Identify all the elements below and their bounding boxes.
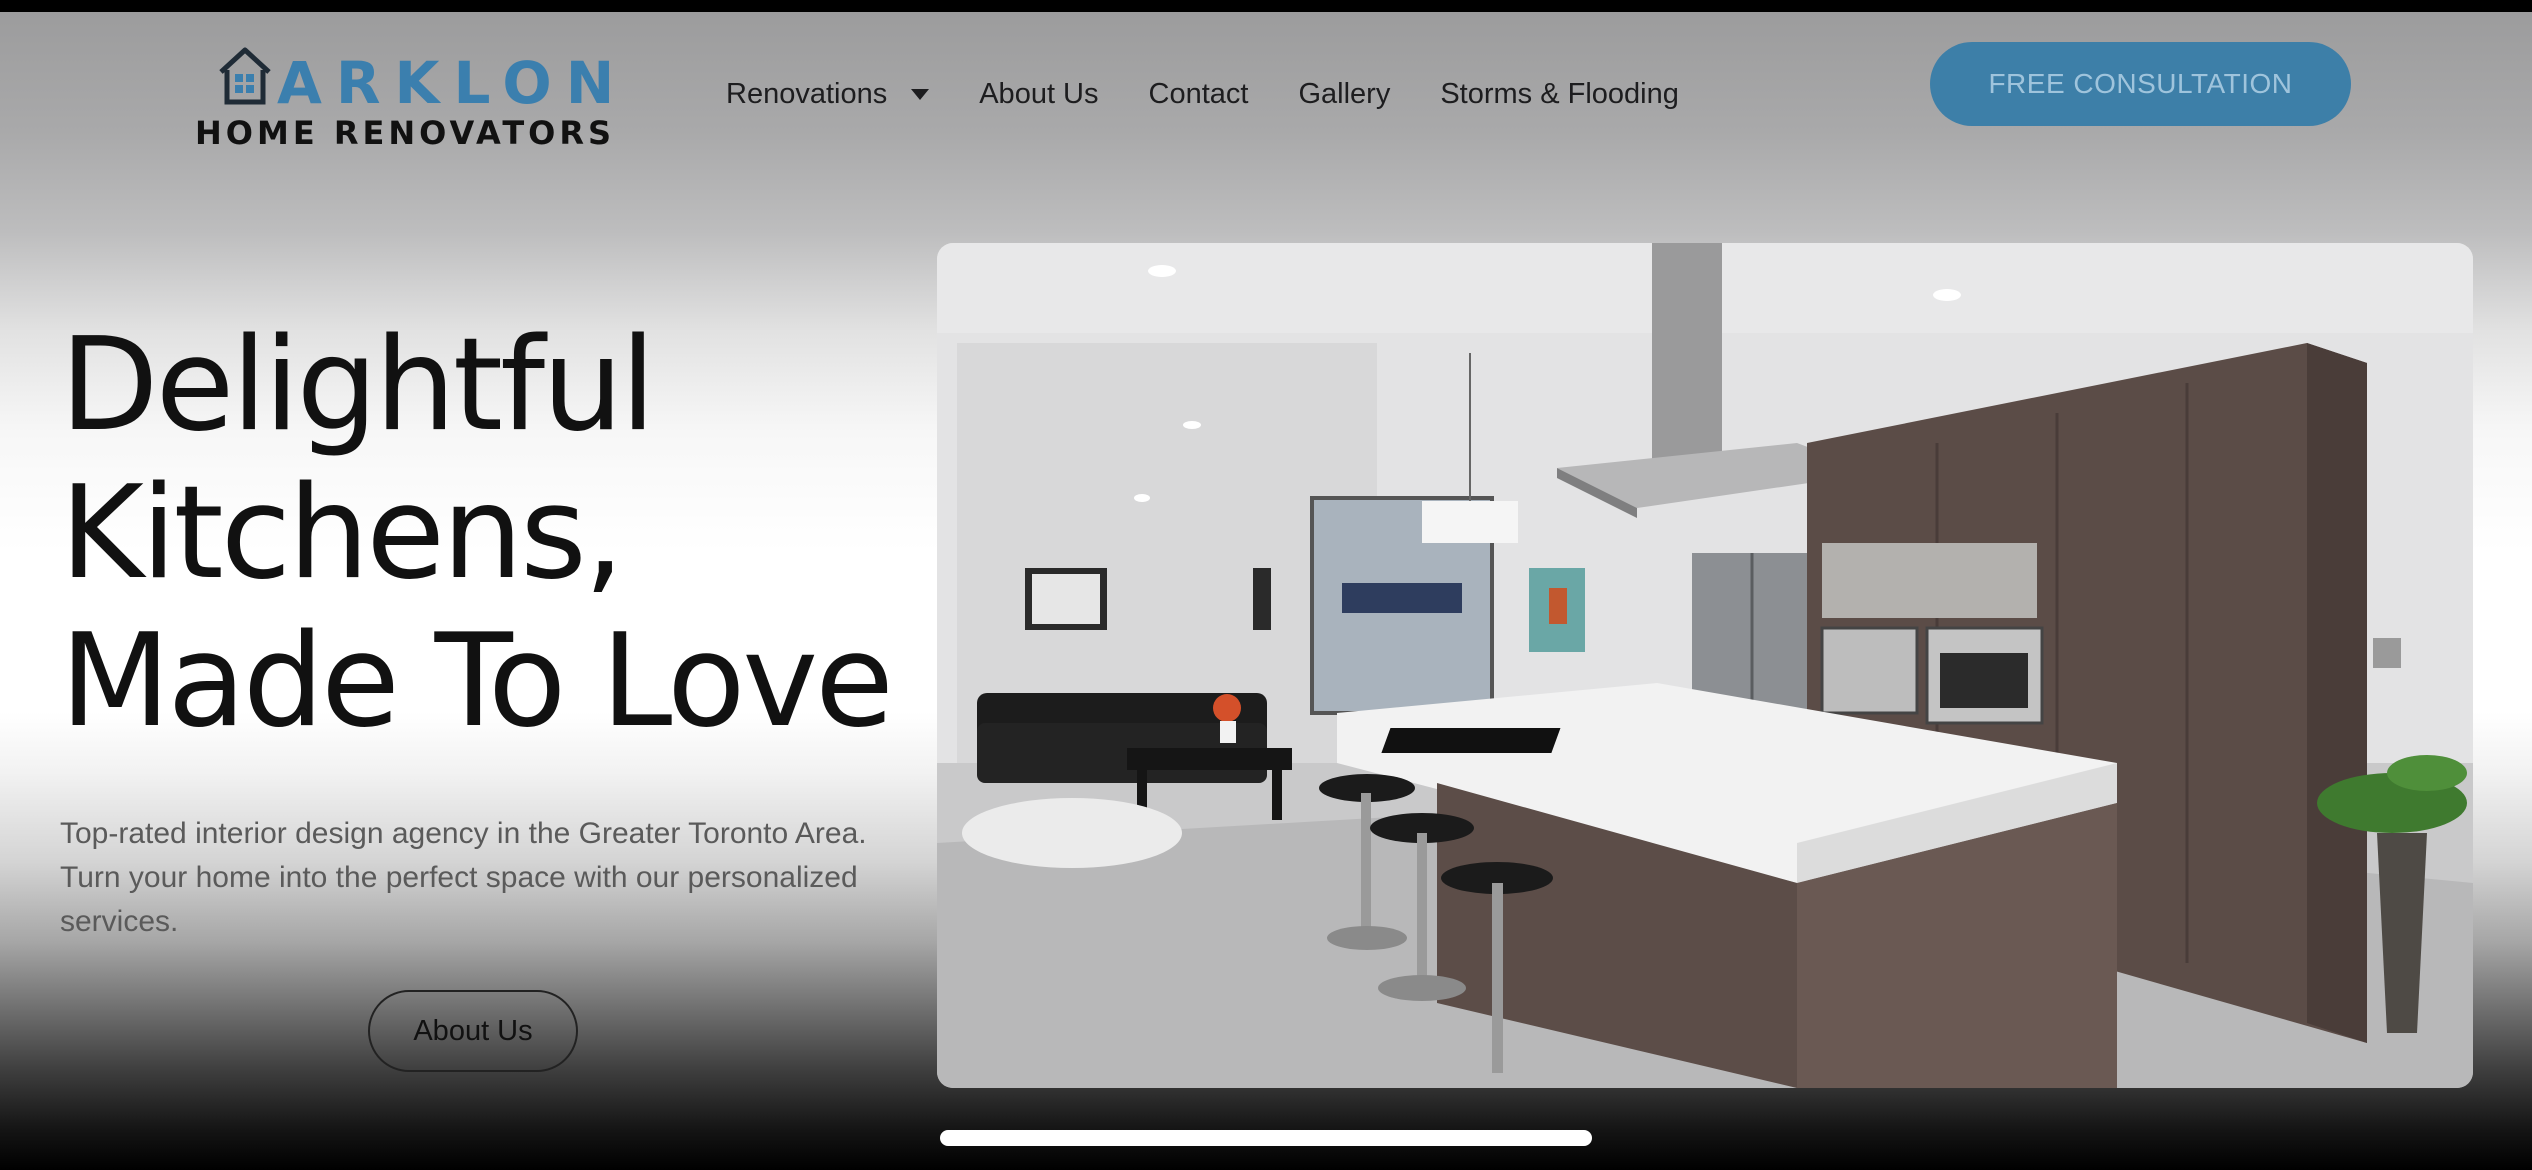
free-consultation-button[interactable]: FREE CONSULTATION: [1930, 42, 2351, 126]
nav-item-label: Storms & Flooding: [1440, 78, 1679, 110]
nav-item-label: Gallery: [1298, 78, 1391, 110]
nav-item-contact[interactable]: Contact: [1149, 78, 1249, 111]
nav-item-about-us[interactable]: About Us: [979, 78, 1098, 111]
hero-headline: Delightful Kitchens, Made To Love: [60, 312, 940, 756]
hero-image: [937, 243, 2473, 1088]
nav-item-gallery[interactable]: Gallery: [1298, 78, 1390, 111]
nav-item-label: About Us: [979, 78, 1099, 110]
about-us-button[interactable]: About Us: [368, 990, 578, 1072]
logo[interactable]: ARKLON HOME RENOVATORS: [195, 36, 614, 152]
hero-subtext: Top-rated interior design agency in the …: [60, 817, 867, 938]
headline-line: Delightful: [60, 311, 656, 460]
nav-item-label: Renovations: [726, 78, 888, 110]
page: ARKLON HOME RENOVATORS Renovations About…: [0, 12, 2532, 1170]
nav-item-renovations[interactable]: Renovations: [726, 78, 930, 111]
house-icon: [219, 47, 271, 105]
kitchen-illustration: [937, 243, 2473, 1088]
logo-tagline: HOME RENOVATORS: [195, 114, 616, 152]
headline-line: Kitchens,: [60, 459, 624, 608]
nav-item-label: Contact: [1148, 78, 1249, 110]
nav-item-storms-flooding[interactable]: Storms & Flooding: [1440, 78, 1679, 111]
caret-down-icon[interactable]: [911, 89, 930, 100]
logo-wordmark: ARKLON: [277, 49, 629, 117]
home-indicator[interactable]: [940, 1130, 1592, 1146]
main-nav: Renovations About Us Contact Gallery Sto…: [726, 78, 1679, 111]
headline-line: Made To Love: [60, 607, 894, 756]
